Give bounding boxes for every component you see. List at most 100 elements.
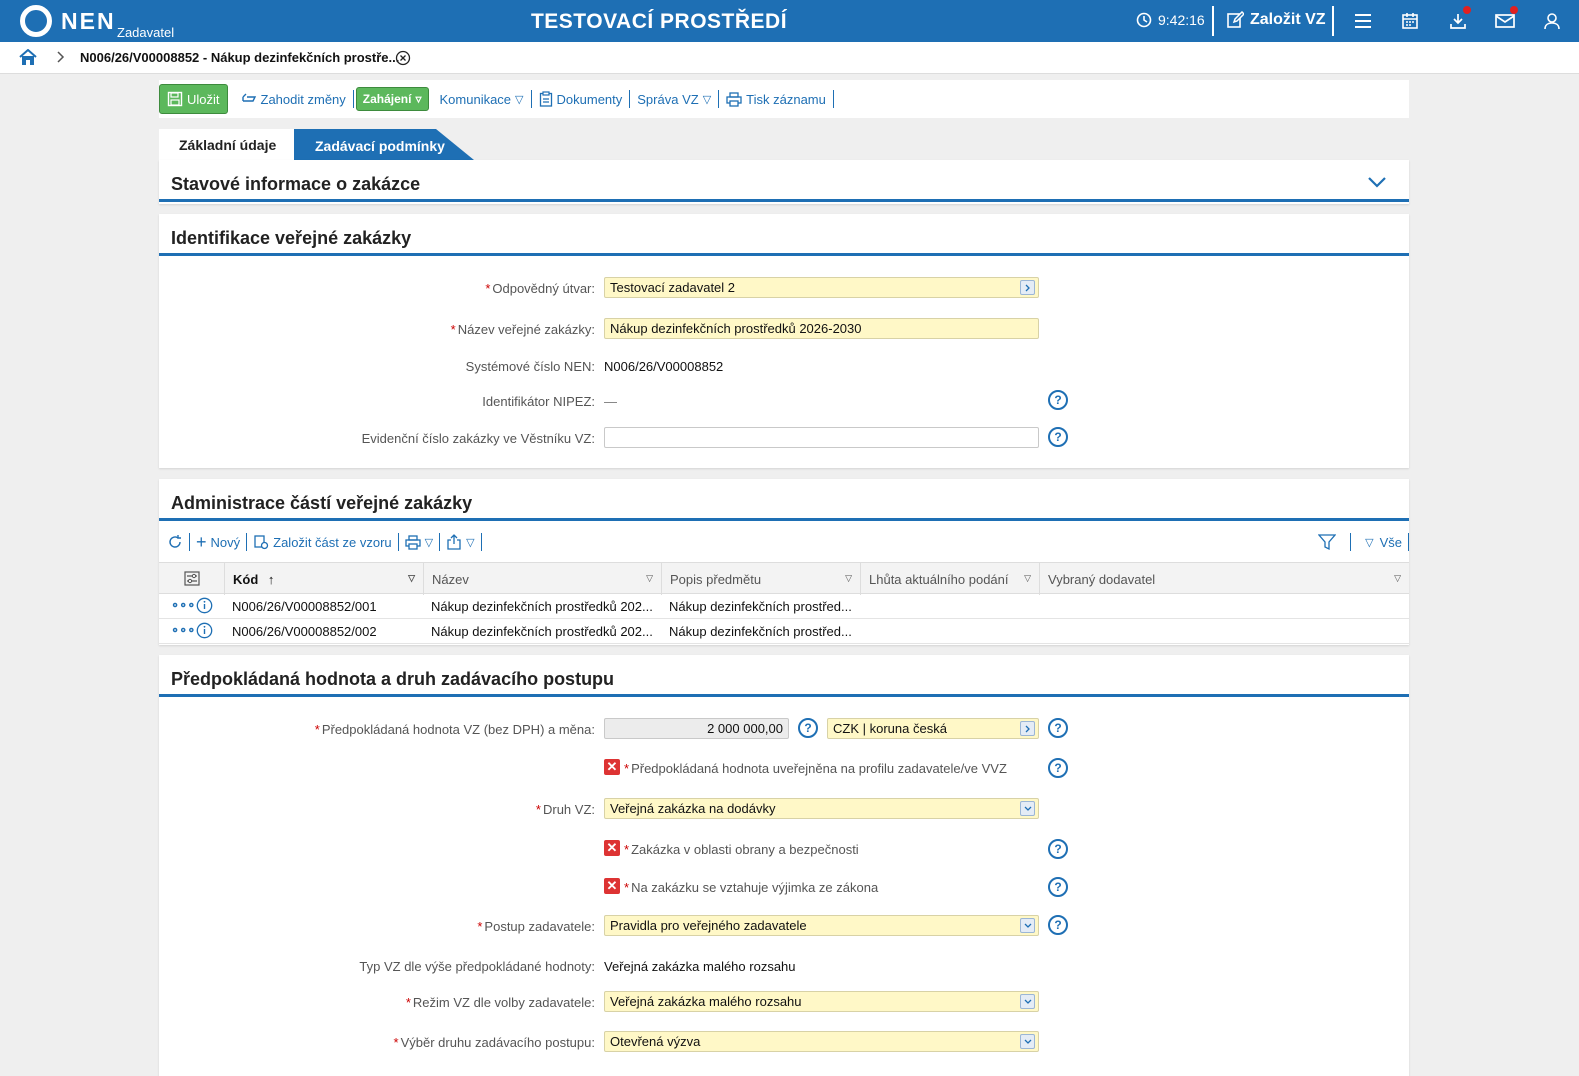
breadcrumb-current[interactable]: N006/26/V00008852 - Nákup dezinfekčních … xyxy=(80,50,399,65)
help-icon[interactable]: ? xyxy=(1048,758,1068,778)
print-record-button[interactable]: Tisk záznamu xyxy=(719,90,834,108)
field-value: CZK | koruna česká xyxy=(833,721,947,736)
refresh-icon[interactable] xyxy=(159,533,190,551)
export-menu[interactable]: ▽ xyxy=(440,533,482,551)
help-icon[interactable]: ? xyxy=(1048,427,1068,447)
parts-grid-toolbar: + Nový Založit část ze vzoru ▽ ▽ ▽ Vše xyxy=(159,528,1409,556)
more-options-icon[interactable]: ∘∘∘ xyxy=(171,622,195,638)
download-icon[interactable] xyxy=(1447,6,1471,32)
help-icon[interactable]: ? xyxy=(1048,915,1068,935)
currency-field[interactable]: CZK | koruna česká xyxy=(827,718,1039,739)
column-menu-icon[interactable]: ▽ xyxy=(845,573,852,584)
chevron-down-icon[interactable] xyxy=(1020,801,1035,816)
estimated-value-field[interactable]: 2 000 000,00 xyxy=(604,718,789,739)
menu-icon[interactable] xyxy=(1352,10,1374,32)
cell-name: Nákup dezinfekčních prostředků 202... xyxy=(431,624,653,639)
evidence-number-field[interactable] xyxy=(604,427,1039,448)
column-menu-icon[interactable]: ▽ xyxy=(1394,573,1401,584)
responsible-unit-label: * Odpovědný útvar: xyxy=(485,281,595,296)
parts-table: Kód ↑ ▽ Název ▽ Popis předmětu ▽ Lhůta a… xyxy=(159,562,1409,644)
status-panel-header[interactable]: Stavové informace o zakázce xyxy=(159,160,1409,202)
help-icon[interactable]: ? xyxy=(1048,390,1068,410)
help-icon[interactable]: ? xyxy=(1048,718,1068,738)
help-icon[interactable]: ? xyxy=(1048,839,1068,859)
admin-menu[interactable]: Správa VZ ▽ xyxy=(630,90,720,108)
documents-button[interactable]: Dokumenty xyxy=(532,90,631,108)
create-from-template-button[interactable]: Založit část ze vzoru xyxy=(247,533,399,551)
contract-kind-label: * Druh VZ: xyxy=(536,802,595,817)
column-header-deadline[interactable]: Lhůta aktuálního podání ▽ xyxy=(860,563,1039,595)
contract-kind-select[interactable]: Veřejná zakázka na dodávky xyxy=(604,798,1039,819)
print-menu[interactable]: ▽ xyxy=(399,533,441,551)
column-header-name[interactable]: Název ▽ xyxy=(423,563,661,595)
tab-conditions-label: Zadávací podmínky xyxy=(315,138,445,154)
template-icon xyxy=(254,535,269,550)
column-header-supplier[interactable]: Vybraný dodavatel ▽ xyxy=(1039,563,1409,595)
info-icon[interactable] xyxy=(196,622,213,642)
tab-basic-info[interactable]: Základní údaje xyxy=(159,129,294,160)
column-header-code[interactable]: Kód ↑ ▽ xyxy=(224,563,423,595)
new-label: Nový xyxy=(210,534,241,550)
chevron-down-icon[interactable] xyxy=(1020,918,1035,933)
caret-down-icon[interactable]: ▽ xyxy=(1365,536,1373,549)
mail-icon[interactable] xyxy=(1494,6,1518,32)
caret-down-icon: ▽ xyxy=(466,536,475,549)
chevron-right-icon[interactable] xyxy=(1020,721,1035,736)
printer-icon xyxy=(404,534,421,550)
save-button[interactable]: Uložit xyxy=(159,84,228,114)
start-label: Zahájení xyxy=(362,92,412,106)
parts-panel: Administrace částí veřejné zakázky + Nov… xyxy=(159,479,1409,645)
column-label: Kód xyxy=(233,572,259,587)
status-panel-title: Stavové informace o zakázce xyxy=(171,174,421,194)
chevron-down-icon[interactable] xyxy=(1020,994,1035,1009)
checkbox-unchecked-icon[interactable]: ✕ xyxy=(604,878,620,894)
column-label: Lhůta aktuálního podání xyxy=(869,572,1009,587)
start-dropdown-button[interactable]: Zahájení ▿ xyxy=(355,87,429,111)
checkbox-unchecked-icon[interactable]: ✕ xyxy=(604,840,620,856)
caret-down-icon: ▽ xyxy=(424,536,434,549)
info-icon[interactable] xyxy=(196,597,213,617)
user-icon[interactable] xyxy=(1541,10,1563,32)
field-value: Otevřená výzva xyxy=(610,1034,701,1049)
chevron-down-icon[interactable] xyxy=(1367,176,1387,188)
communication-label: Komunikace xyxy=(439,91,512,107)
help-icon[interactable]: ? xyxy=(1048,877,1068,897)
close-icon[interactable] xyxy=(395,50,411,69)
column-menu-icon[interactable]: ▽ xyxy=(408,573,415,584)
new-part-button[interactable]: + Nový xyxy=(190,532,248,552)
discard-changes-button[interactable]: Zahodit změny xyxy=(234,90,354,108)
label-text: Předpokládaná hodnota VZ (bez DPH) a měn… xyxy=(321,722,595,737)
create-vz-button[interactable]: Založit VZ xyxy=(1226,11,1326,29)
regime-select[interactable]: Veřejná zakázka malého rozsahu xyxy=(604,991,1039,1012)
label-text: Odpovědný útvar: xyxy=(492,281,595,296)
chevron-right-icon[interactable] xyxy=(1020,280,1035,295)
procedure-select[interactable]: Pravidla pro veřejného zadavatele xyxy=(604,915,1039,936)
table-header: Kód ↑ ▽ Název ▽ Popis předmětu ▽ Lhůta a… xyxy=(159,562,1409,595)
tab-tender-conditions[interactable]: Zadávací podmínky xyxy=(294,129,474,160)
communication-menu[interactable]: Komunikace ▽ xyxy=(433,90,532,108)
contract-name-field[interactable]: Nákup dezinfekčních prostředků 2026-2030 xyxy=(604,318,1039,339)
divider xyxy=(1408,533,1409,551)
row-nipez: Identifikátor NIPEZ: — ? xyxy=(159,390,1409,414)
checkbox-unchecked-icon[interactable]: ✕ xyxy=(604,759,620,775)
column-menu-icon[interactable]: ▽ xyxy=(646,573,653,584)
column-menu-icon[interactable]: ▽ xyxy=(1024,573,1031,584)
table-row[interactable]: ∘∘∘ N006/26/V00008852/001 Nákup dezinfek… xyxy=(159,594,1409,619)
plus-icon: + xyxy=(196,532,207,552)
value-panel-title: Předpokládaná hodnota a druh zadávacího … xyxy=(171,669,615,689)
row-evidence-number: Evidenční číslo zakázky ve Věstníku VZ: … xyxy=(159,427,1409,451)
more-options-icon[interactable]: ∘∘∘ xyxy=(171,597,195,613)
chevron-down-icon[interactable] xyxy=(1020,1034,1035,1049)
column-header-description[interactable]: Popis předmětu ▽ xyxy=(661,563,860,595)
responsible-unit-field[interactable]: Testovací zadavatel 2 xyxy=(604,277,1039,298)
action-toolbar: Uložit Zahodit změny Zahájení ▿ Komunika… xyxy=(159,80,1409,118)
divider xyxy=(1350,533,1352,551)
calendar-icon[interactable] xyxy=(1399,10,1421,32)
help-icon[interactable]: ? xyxy=(798,718,818,738)
table-row[interactable]: ∘∘∘ N006/26/V00008852/002 Nákup dezinfek… xyxy=(159,619,1409,644)
view-filter-all[interactable]: Vše xyxy=(1380,535,1402,550)
filter-icon[interactable] xyxy=(1318,533,1337,551)
column-settings-icon[interactable] xyxy=(159,563,224,595)
procedure-choice-select[interactable]: Otevřená výzva xyxy=(604,1031,1039,1052)
home-icon[interactable] xyxy=(19,48,37,69)
